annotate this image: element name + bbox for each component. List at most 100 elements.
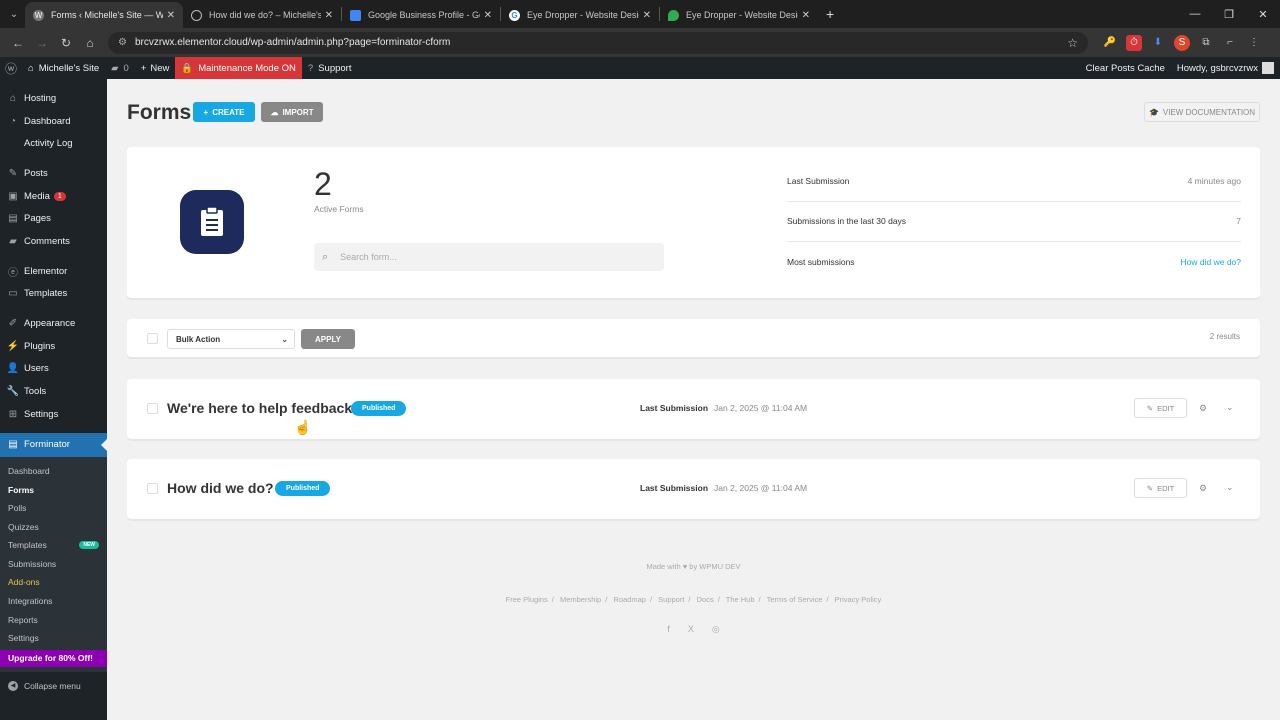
submenu-settings[interactable]: Settings — [0, 629, 107, 648]
site-name-link[interactable]: ⌂ Michelle's Site — [22, 57, 105, 79]
submenu-reports[interactable]: Reports — [0, 610, 107, 629]
account-menu[interactable]: Howdy, gsbrcvzrwx — [1171, 57, 1280, 79]
home-icon[interactable]: ⌂ — [78, 31, 102, 55]
minimize-icon[interactable]: — — [1178, 0, 1212, 28]
sidebar-item-hosting[interactable]: ⌂ Hosting — [0, 87, 107, 110]
apply-button[interactable]: APPLY — [301, 329, 355, 349]
sidebar-item-comments[interactable]: ▰ Comments — [0, 230, 107, 253]
form-title[interactable]: How did we do? — [167, 480, 274, 496]
tab-close-icon[interactable]: ✕ — [325, 10, 333, 21]
browser-tab-eye-dropper-2[interactable]: Eye Dropper - Website Design & Color ✕ — [660, 2, 818, 28]
bulk-action-select[interactable]: Bulk Action ⌄ — [167, 329, 295, 349]
stat-label: Most submissions — [787, 257, 855, 268]
tab-label: Google Business Profile - Get Listed — [368, 10, 480, 20]
profile-icon[interactable]: ⌐ — [1222, 35, 1238, 51]
footer-link[interactable]: Privacy Policy — [835, 595, 882, 604]
download-icon[interactable]: ⬇ — [1150, 35, 1166, 51]
sidebar-item-settings[interactable]: ⊞ Settings — [0, 403, 107, 426]
clear-cache-link[interactable]: Clear Posts Cache — [1080, 57, 1171, 79]
view-documentation-button[interactable]: 🎓 VIEW DOCUMENTATION — [1144, 102, 1260, 122]
browser-tab-eye-dropper-1[interactable]: G Eye Dropper - Website Design & Color ✕ — [501, 2, 659, 28]
sidebar-item-dashboard[interactable]: ◔ Dashboard — [0, 110, 107, 133]
extension-timer-icon[interactable]: ⏱ — [1126, 34, 1142, 51]
browser-menu-icon[interactable]: ⋮ — [1246, 35, 1262, 51]
submenu-add-ons[interactable]: Add-ons — [0, 573, 107, 592]
footer-link[interactable]: Docs — [697, 595, 714, 604]
tab-close-icon[interactable]: ✕ — [167, 10, 175, 21]
support-link[interactable]: ? Support — [302, 57, 358, 79]
edit-button[interactable]: ✎ EDIT — [1134, 398, 1187, 418]
sidebar-item-media[interactable]: ▣ Media 1 — [0, 185, 107, 208]
row-checkbox[interactable] — [147, 403, 158, 414]
gear-icon[interactable]: ⚙ — [1199, 483, 1207, 494]
media-icon: ▣ — [8, 190, 18, 202]
site-info-icon[interactable]: ⚙ — [118, 37, 127, 48]
chevron-down-icon[interactable]: ⌄ — [1226, 402, 1234, 413]
extensions-puzzle-icon[interactable]: ⧉ — [1198, 35, 1214, 51]
submenu-quizzes[interactable]: Quizzes — [0, 517, 107, 536]
x-twitter-icon[interactable]: X — [688, 624, 694, 635]
new-content-link[interactable]: + New — [135, 57, 176, 79]
sidebar-item-activity-log[interactable]: Activity Log — [0, 132, 107, 155]
most-submissions-link[interactable]: How did we do? — [1181, 257, 1241, 267]
browser-tab-google-business[interactable]: Google Business Profile - Get Listed ✕ — [342, 2, 500, 28]
sidebar-item-users[interactable]: 👤 Users — [0, 358, 107, 381]
browser-tab-forms[interactable]: W Forms ‹ Michelle's Site — WordPress ✕ — [25, 2, 183, 28]
close-window-icon[interactable]: ✕ — [1246, 0, 1280, 28]
new-tab-button[interactable]: + — [826, 6, 834, 22]
sidebar-item-elementor[interactable]: ⓔ Elementor — [0, 260, 107, 283]
tab-search-icon[interactable]: ⌄ — [3, 0, 25, 28]
tab-close-icon[interactable]: ✕ — [484, 10, 492, 21]
restore-icon[interactable]: ❐ — [1212, 0, 1246, 28]
extension-key-icon[interactable]: 🔑 — [1102, 35, 1118, 51]
submenu-dashboard[interactable]: Dashboard — [0, 462, 107, 481]
tab-close-icon[interactable]: ✕ — [802, 10, 810, 21]
search-input[interactable]: ⌕ Search form... — [314, 243, 664, 271]
submenu-forms[interactable]: Forms — [0, 480, 107, 499]
tab-close-icon[interactable]: ✕ — [643, 10, 651, 21]
select-all-checkbox[interactable] — [147, 333, 158, 344]
chevron-down-icon[interactable]: ⌄ — [1226, 482, 1234, 493]
create-button[interactable]: + CREATE — [193, 102, 255, 122]
tab-label: Forms ‹ Michelle's Site — WordPress — [51, 10, 163, 20]
footer-link[interactable]: Roadmap — [613, 595, 646, 604]
comments-link[interactable]: ▰ 0 — [105, 57, 135, 79]
url-field[interactable]: ⚙ brcvzrwx.elementor.cloud/wp-admin/admi… — [108, 31, 1088, 54]
graduation-cap-icon: 🎓 — [1148, 107, 1159, 117]
bookmark-star-icon[interactable]: ☆ — [1067, 36, 1078, 50]
collapse-menu-button[interactable]: ◀ Collapse menu — [0, 680, 107, 691]
submenu-polls[interactable]: Polls — [0, 499, 107, 518]
results-count: 2 results — [1209, 332, 1240, 341]
sidebar-item-tools[interactable]: 🔧 Tools — [0, 380, 107, 403]
forward-icon[interactable]: → — [30, 31, 54, 55]
sidebar-item-forminator[interactable]: ▤ Forminator — [0, 432, 107, 457]
sidebar-item-appearance[interactable]: ✐ Appearance — [0, 312, 107, 335]
upgrade-button[interactable]: Upgrade for 80% Off! — [0, 649, 107, 667]
reload-icon[interactable]: ↻ — [54, 31, 78, 55]
import-button[interactable]: ☁ IMPORT — [261, 102, 323, 122]
extension-red-icon[interactable]: S — [1174, 34, 1190, 51]
back-icon[interactable]: ← — [6, 31, 30, 55]
submenu-integrations[interactable]: Integrations — [0, 592, 107, 611]
footer-link[interactable]: Terms of Service — [767, 595, 823, 604]
sidebar-item-pages[interactable]: ▤ Pages — [0, 207, 107, 230]
submenu-submissions[interactable]: Submissions — [0, 555, 107, 574]
facebook-icon[interactable]: f — [667, 624, 670, 635]
row-checkbox[interactable] — [147, 483, 158, 494]
gear-icon[interactable]: ⚙ — [1199, 403, 1207, 414]
sidebar-item-plugins[interactable]: ⚡ Plugins — [0, 335, 107, 358]
footer-link[interactable]: The Hub — [726, 595, 755, 604]
footer-link[interactable]: Support — [658, 595, 684, 604]
form-title[interactable]: We're here to help feedback — [167, 400, 352, 416]
instagram-icon[interactable]: ◎ — [712, 624, 720, 635]
edit-button[interactable]: ✎ EDIT — [1134, 478, 1187, 498]
sidebar-item-posts[interactable]: ✎ Posts — [0, 162, 107, 185]
sidebar-item-label: Dashboard — [24, 115, 71, 127]
sidebar-item-templates[interactable]: ▭ Templates — [0, 283, 107, 306]
submenu-templates[interactable]: Templates NEW — [0, 536, 107, 555]
wordpress-logo-icon[interactable]: ⓦ — [0, 57, 22, 79]
browser-tab-how-did-we-do[interactable]: How did we do? – Michelle's Site ✕ — [183, 2, 341, 28]
footer-link[interactable]: Free Plugins — [506, 595, 548, 604]
footer-link[interactable]: Membership — [560, 595, 601, 604]
maintenance-mode-toggle[interactable]: 🔒 Maintenance Mode ON — [175, 57, 302, 79]
